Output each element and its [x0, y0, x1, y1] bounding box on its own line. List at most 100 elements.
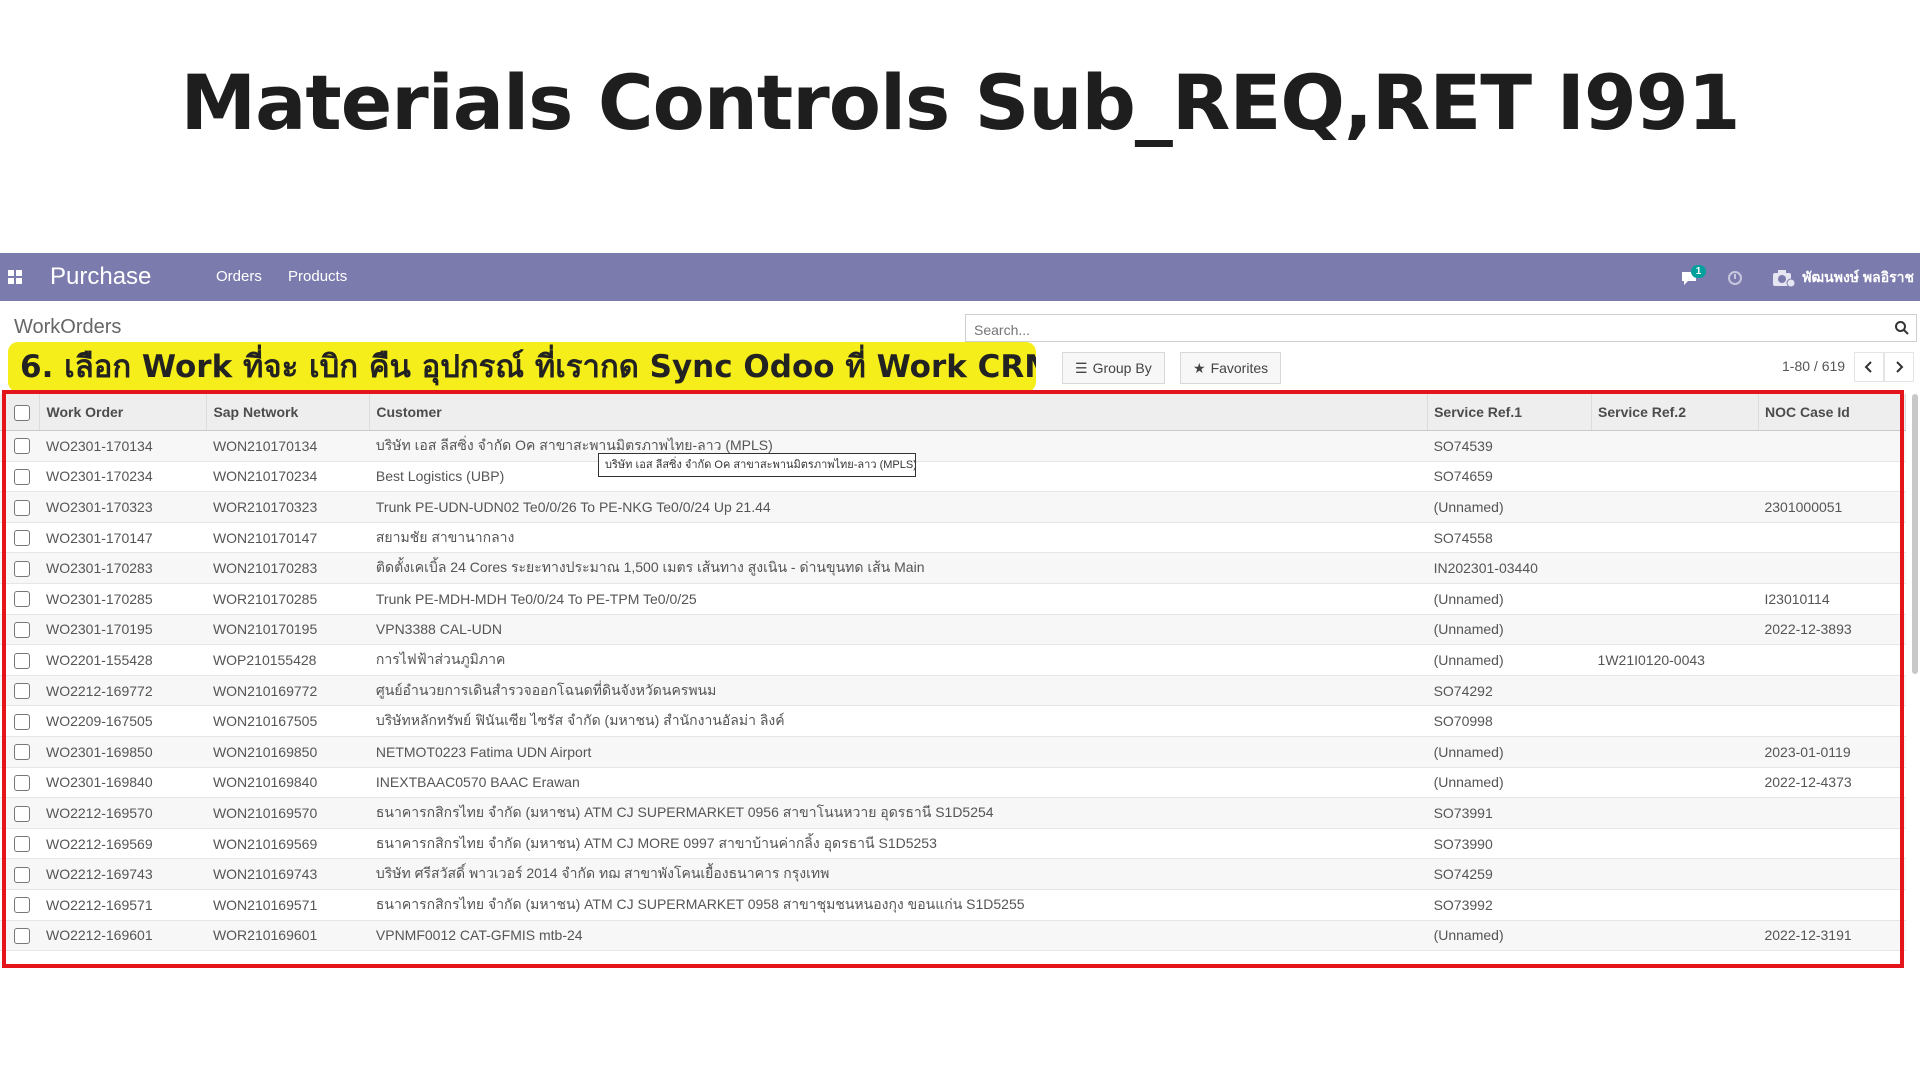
- menu-orders[interactable]: Orders: [216, 268, 262, 285]
- cell-customer: การไฟฟ้าส่วนภูมิภาค: [369, 644, 1428, 676]
- row-checkbox[interactable]: [14, 774, 30, 791]
- cell-service-ref2: 1W21I0120-0043: [1591, 644, 1759, 676]
- cell-work-order: WO2301-170323: [39, 491, 207, 523]
- row-checkbox[interactable]: [14, 836, 30, 853]
- row-checkbox[interactable]: [14, 560, 30, 577]
- table-row[interactable]: WO2301-170234 WON210170234 Best Logistics …: [0, 461, 1906, 493]
- table-header-row: Work Order Sap Network Customer Service …: [0, 394, 1907, 431]
- row-checkbox[interactable]: [14, 927, 30, 944]
- row-checkbox[interactable]: [14, 530, 30, 547]
- favorites-label: Favorites: [1210, 360, 1269, 376]
- row-select-cell: [0, 920, 40, 952]
- row-checkbox[interactable]: [14, 713, 30, 730]
- column-header-customer[interactable]: Customer: [369, 394, 1429, 431]
- table-row[interactable]: WO2201-155428 WOP210155428 การไฟฟ้าส่วนภูม…: [0, 644, 1906, 676]
- instruction-callout: 6. เลือก Work ที่จะ เบิก คืน อุปกรณ์ ที่…: [8, 342, 1036, 392]
- table-row[interactable]: WO2209-167505 WON210167505 บริษัทหลักทรัพย…: [0, 705, 1906, 737]
- cell-noc-case-id: [1758, 522, 1906, 554]
- workorders-table: Work Order Sap Network Customer Service …: [0, 394, 1907, 952]
- cell-customer: บริษัทหลักทรัพย์ ฟินันเซีย ไซรัส จำกัด (…: [369, 705, 1428, 737]
- row-checkbox[interactable]: [14, 591, 30, 608]
- table-row[interactable]: WO2212-169571 WON210169571 ธนาคารกสิกรไทย …: [0, 889, 1906, 921]
- cell-sap-network: WON210170234: [206, 461, 370, 493]
- chat-icon[interactable]: 1: [1680, 265, 1707, 285]
- table-row[interactable]: WO2301-170134 WON210170134 บริษัท เอส ลีสซ…: [0, 430, 1906, 462]
- group-by-label: Group By: [1092, 360, 1152, 376]
- row-checkbox[interactable]: [14, 652, 30, 669]
- table-row[interactable]: WO2212-169570 WON210169570 ธนาคารกสิกรไทย …: [0, 797, 1906, 829]
- cell-noc-case-id: 2022-12-3191: [1758, 920, 1906, 952]
- row-checkbox[interactable]: [14, 438, 30, 455]
- pager-value[interactable]: 1-80 / 619: [1782, 358, 1845, 374]
- cell-service-ref1: SO74659: [1427, 461, 1592, 493]
- cell-service-ref1: (Unnamed): [1427, 920, 1592, 952]
- cell-work-order: WO2212-169743: [39, 858, 207, 890]
- cell-customer: INEXTBAAC0570 BAAC Erawan: [369, 767, 1428, 799]
- cell-sap-network: WON210170283: [206, 552, 370, 584]
- cell-sap-network: WON210169570: [206, 797, 370, 829]
- table-row[interactable]: WO2301-169840 WON210169840 INEXTBAAC0570 B…: [0, 767, 1906, 799]
- user-avatar-camera-icon[interactable]: [1772, 268, 1796, 288]
- cell-service-ref1: SO70998: [1427, 705, 1592, 737]
- cell-service-ref1: SO74558: [1427, 522, 1592, 554]
- app-brand[interactable]: Purchase: [50, 263, 151, 291]
- column-header-noc-case-id[interactable]: NOC Case Id: [1758, 394, 1907, 431]
- cell-customer: Trunk PE-UDN-UDN02 Te0/0/26 To PE-NKG Te…: [369, 491, 1428, 523]
- select-all-checkbox[interactable]: [14, 404, 30, 421]
- chevron-left-icon: [1864, 361, 1872, 373]
- row-checkbox[interactable]: [14, 499, 30, 516]
- cell-work-order: WO2301-170134: [39, 430, 207, 462]
- pager-previous-button[interactable]: [1854, 352, 1884, 382]
- search-input[interactable]: [972, 321, 1876, 339]
- cell-service-ref2: [1591, 583, 1759, 615]
- row-checkbox[interactable]: [14, 866, 30, 883]
- cell-noc-case-id: 2023-01-0119: [1758, 736, 1906, 768]
- cell-customer: NETMOT0223 Fatima UDN Airport: [369, 736, 1428, 768]
- cell-service-ref2: [1591, 614, 1759, 646]
- column-header-sap-network[interactable]: Sap Network: [206, 394, 371, 431]
- table-row[interactable]: WO2212-169743 WON210169743 บริษัท ศรีสวัสด…: [0, 858, 1906, 890]
- apps-menu-icon[interactable]: [8, 270, 22, 284]
- row-checkbox[interactable]: [14, 744, 30, 761]
- table-row[interactable]: WO2212-169772 WON210169772 ศูนย์อำนวยการเด…: [0, 675, 1906, 707]
- slide-title: Materials Controls Sub_REQ,RET I991: [180, 58, 1740, 147]
- column-header-service-ref1[interactable]: Service Ref.1: [1427, 394, 1593, 431]
- cell-noc-case-id: [1758, 461, 1906, 493]
- row-checkbox[interactable]: [14, 897, 30, 914]
- list-icon: ☰: [1075, 359, 1088, 376]
- list-view: Work Order Sap Network Customer Service …: [0, 394, 1920, 952]
- cell-service-ref1: (Unnamed): [1427, 767, 1592, 799]
- cell-noc-case-id: [1758, 552, 1906, 584]
- column-header-service-ref2[interactable]: Service Ref.2: [1591, 394, 1759, 431]
- group-by-button[interactable]: ☰ Group By: [1062, 352, 1165, 384]
- table-row[interactable]: WO2212-169601 WOR210169601 VPNMF0012 CAT-G…: [0, 920, 1906, 952]
- row-select-cell: [0, 614, 40, 646]
- pager-next-button[interactable]: [1884, 352, 1914, 382]
- row-checkbox[interactable]: [14, 469, 30, 486]
- table-row[interactable]: WO2301-170147 WON210170147 สยามชัย สาขานาก…: [0, 522, 1906, 554]
- table-row[interactable]: WO2301-170285 WOR210170285 Trunk PE-MDH-MD…: [0, 583, 1906, 615]
- row-checkbox[interactable]: [14, 683, 30, 700]
- favorites-button[interactable]: ★ Favorites: [1180, 352, 1282, 384]
- cell-service-ref1: (Unnamed): [1427, 583, 1592, 615]
- row-checkbox[interactable]: [14, 805, 30, 822]
- table-row[interactable]: WO2301-170195 WON210170195 VPN3388 CAL-UDN…: [0, 614, 1906, 646]
- row-select-cell: [0, 461, 40, 493]
- table-row[interactable]: WO2301-169850 WON210169850 NETMOT0223 Fati…: [0, 736, 1906, 768]
- search-box: [965, 314, 1917, 342]
- column-header-work-order[interactable]: Work Order: [39, 394, 208, 431]
- table-row[interactable]: WO2212-169569 WON210169569 ธนาคารกสิกรไทย …: [0, 828, 1906, 860]
- cell-sap-network: WON210169569: [206, 828, 370, 860]
- search-icon[interactable]: [1894, 320, 1910, 336]
- cell-noc-case-id: [1758, 889, 1906, 921]
- row-checkbox[interactable]: [14, 622, 30, 638]
- table-row[interactable]: WO2301-170283 WON210170283 ติดตั้งเคเบิ้ล …: [0, 552, 1906, 584]
- table-row[interactable]: WO2301-170323 WOR210170323 Trunk PE-UDN-UD…: [0, 491, 1906, 523]
- cell-sap-network: WON210169743: [206, 858, 370, 890]
- cell-work-order: WO2212-169601: [39, 920, 207, 952]
- cell-noc-case-id: [1758, 644, 1906, 676]
- activity-clock-icon[interactable]: [1728, 271, 1743, 285]
- menu-products[interactable]: Products: [288, 268, 347, 285]
- scrollbar[interactable]: [1912, 394, 1918, 674]
- user-name[interactable]: พัฒนพงษ์ พลอิราช: [1802, 267, 1914, 289]
